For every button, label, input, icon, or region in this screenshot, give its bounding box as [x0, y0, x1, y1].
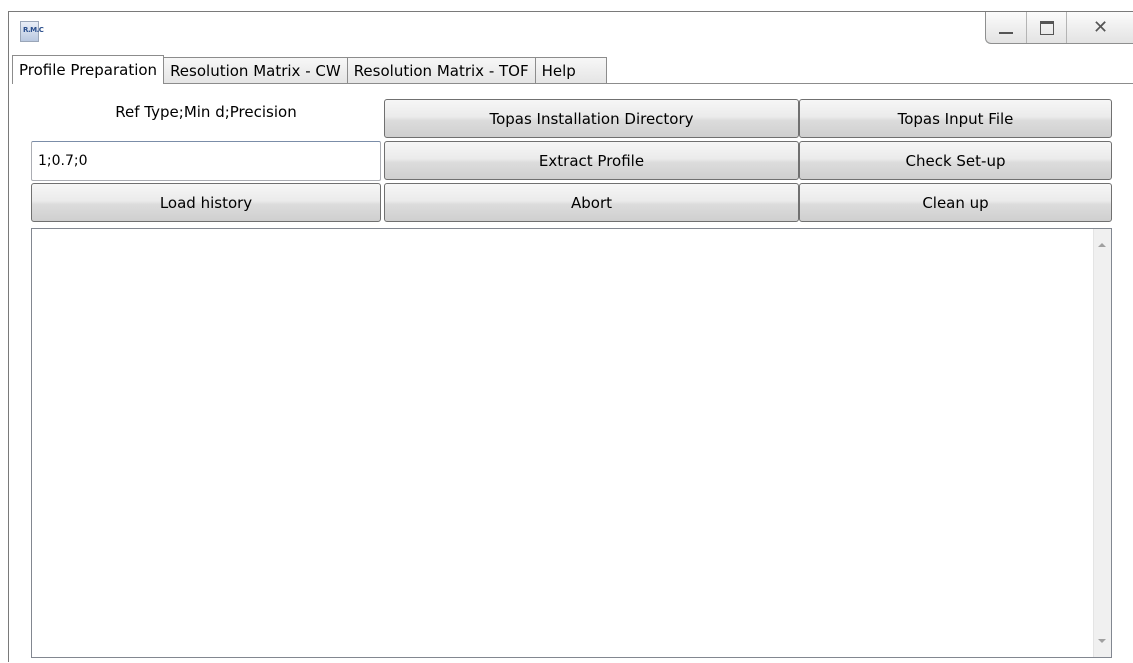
tab-label: Profile Preparation	[19, 61, 158, 79]
close-icon: ✕	[1092, 17, 1109, 38]
output-log-textarea[interactable]	[31, 228, 1112, 658]
tab-bar: Profile Preparation Resolution Matrix - …	[12, 55, 607, 84]
app-window: R.M.C ✕ Profile Preparation Resolution M…	[8, 11, 1133, 662]
app-icon[interactable]: R.M.C	[20, 21, 44, 42]
tab-resolution-matrix-tof[interactable]: Resolution Matrix - TOF	[346, 57, 536, 84]
abort-button[interactable]: Abort	[384, 183, 799, 222]
check-setup-button[interactable]: Check Set-up	[799, 141, 1112, 180]
vertical-scrollbar[interactable]	[1093, 229, 1111, 657]
close-button[interactable]: ✕	[1066, 12, 1133, 43]
tab-label: Resolution Matrix - TOF	[353, 62, 529, 80]
extract-profile-button[interactable]: Extract Profile	[384, 141, 799, 180]
tab-divider	[12, 83, 1133, 84]
minimize-icon	[999, 29, 1013, 34]
tab-label: Resolution Matrix - CW	[170, 62, 341, 80]
tab-label: Help	[541, 62, 576, 80]
title-bar: R.M.C ✕	[9, 12, 1133, 57]
load-history-button[interactable]: Load history	[31, 183, 381, 222]
window-controls: ✕	[985, 12, 1133, 44]
tab-profile-preparation[interactable]: Profile Preparation	[12, 55, 165, 84]
topas-installation-directory-button[interactable]: Topas Installation Directory	[384, 99, 799, 138]
scroll-up-icon[interactable]	[1098, 243, 1106, 247]
profile-preparation-panel: Ref Type;Min d;Precision Topas Installat…	[21, 97, 1133, 663]
ref-type-input[interactable]: 1;0.7;0	[31, 141, 381, 181]
clean-up-button[interactable]: Clean up	[799, 183, 1112, 222]
tab-resolution-matrix-cw[interactable]: Resolution Matrix - CW	[163, 57, 348, 84]
minimize-button[interactable]	[986, 12, 1026, 43]
tab-help[interactable]: Help	[534, 57, 607, 84]
topas-input-file-button[interactable]: Topas Input File	[799, 99, 1112, 138]
scroll-down-icon[interactable]	[1098, 639, 1106, 643]
app-icon-text: R.M.C	[23, 26, 44, 34]
ref-type-label: Ref Type;Min d;Precision	[115, 103, 297, 121]
maximize-icon	[1039, 20, 1054, 35]
maximize-button[interactable]	[1026, 12, 1066, 43]
